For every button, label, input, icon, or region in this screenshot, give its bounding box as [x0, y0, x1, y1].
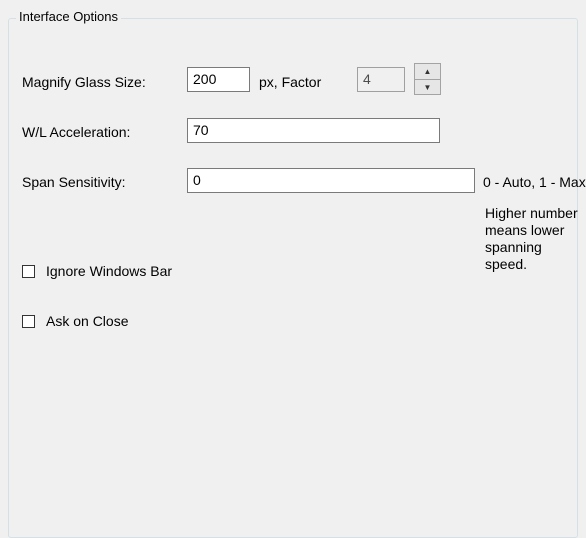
- wl-acceleration-label: W/L Acceleration:: [22, 124, 131, 140]
- magnify-size-label: Magnify Glass Size:: [22, 74, 146, 90]
- magnify-size-input[interactable]: 200: [187, 67, 250, 92]
- ignore-windows-bar-option[interactable]: Ignore Windows Bar: [22, 262, 172, 280]
- wl-acceleration-input[interactable]: 70: [187, 118, 440, 143]
- span-range-note: 0 - Auto, 1 - Max: [483, 174, 586, 190]
- ask-on-close-label: Ask on Close: [46, 313, 129, 329]
- magnify-factor-input[interactable]: 4: [357, 67, 405, 92]
- spin-down-icon[interactable]: ▼: [415, 79, 440, 95]
- group-title: Interface Options: [16, 9, 121, 25]
- px-factor-label: px, Factor: [259, 74, 322, 90]
- span-sensitivity-input[interactable]: 0: [187, 168, 475, 193]
- ask-on-close-option[interactable]: Ask on Close: [22, 312, 128, 330]
- span-sensitivity-label: Span Sensitivity:: [22, 174, 126, 190]
- ask-on-close-checkbox[interactable]: [22, 314, 35, 328]
- span-sensitivity-hint: Higher number means lower spanning speed…: [485, 205, 578, 272]
- magnify-factor-spinner[interactable]: ▲ ▼: [414, 63, 441, 95]
- spin-up-icon[interactable]: ▲: [415, 64, 440, 79]
- ignore-windows-bar-checkbox[interactable]: [22, 264, 35, 278]
- ignore-windows-bar-label: Ignore Windows Bar: [46, 263, 173, 279]
